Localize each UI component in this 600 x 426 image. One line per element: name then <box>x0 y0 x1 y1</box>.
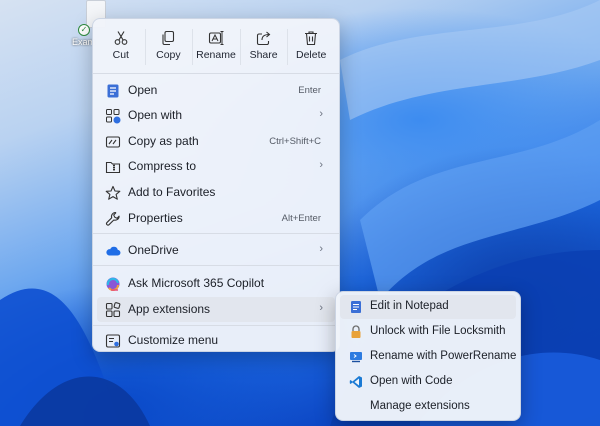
menu-item-label: Add to Favorites <box>128 185 216 199</box>
shortcut-text: Ctrl+Shift+C <box>269 136 321 147</box>
menu-item-label: Open <box>128 83 158 97</box>
delete-button[interactable]: Delete <box>287 25 335 69</box>
onedrive-cloud-icon <box>106 246 121 256</box>
customize-menu-icon <box>105 334 121 348</box>
menu-divider <box>93 233 339 234</box>
share-button[interactable]: Share <box>239 25 288 69</box>
menu-item-add-to-favorites[interactable]: Add to Favorites <box>97 180 335 205</box>
copilot-icon <box>106 277 120 291</box>
open-with-icon <box>106 109 121 124</box>
trash-icon <box>305 31 318 46</box>
scissors-icon <box>114 31 128 45</box>
submenu-item-manage-extensions[interactable]: Manage extensions <box>340 395 516 419</box>
shortcut-text: Enter <box>298 85 321 96</box>
context-toolbar: Cut Copy Rename Share Delete <box>97 25 335 69</box>
submenu-item-open-with-code[interactable]: Open with Code <box>340 370 516 394</box>
menu-item-label: Open with <box>128 108 183 122</box>
submenu-item-label: Edit in Notepad <box>370 300 449 312</box>
share-label: Share <box>249 49 278 61</box>
copy-icon <box>162 30 175 46</box>
cut-label: Cut <box>112 49 129 61</box>
submenu-item-label: Manage extensions <box>370 400 470 412</box>
copy-path-icon <box>105 136 121 148</box>
app-extensions-submenu: Edit in Notepad Unlock with File Locksmi… <box>335 291 521 421</box>
share-icon <box>256 31 270 46</box>
rename-button[interactable]: Rename <box>192 25 240 69</box>
chevron-right-icon: › <box>319 159 323 171</box>
rename-label: Rename <box>196 49 236 61</box>
submenu-item-file-locksmith[interactable]: Unlock with File Locksmith <box>340 320 516 344</box>
menu-item-label: App extensions <box>128 302 211 316</box>
menu-item-label: Customize menu <box>128 333 219 347</box>
menu-item-label: OneDrive <box>128 243 179 257</box>
submenu-item-label: Unlock with File Locksmith <box>370 325 506 337</box>
menu-item-label: Copy as path <box>128 134 199 148</box>
menu-item-customize-menu[interactable]: Customize menu <box>97 328 335 353</box>
shortcut-text: Alt+Enter <box>281 213 321 224</box>
menu-item-label: Properties <box>128 211 183 225</box>
powerrename-icon <box>350 352 362 363</box>
menu-item-onedrive[interactable]: OneDrive › <box>97 238 335 263</box>
submenu-item-label: Rename with PowerRename <box>370 350 517 362</box>
rename-icon <box>208 31 224 45</box>
submenu-item-label: Open with Code <box>370 375 453 387</box>
menu-item-ask-copilot[interactable]: Ask Microsoft 365 Copilot <box>97 271 335 296</box>
menu-item-label: Ask Microsoft 365 Copilot <box>128 276 265 290</box>
submenu-item-power-rename[interactable]: Rename with PowerRename <box>340 345 516 369</box>
delete-label: Delete <box>295 49 327 61</box>
menu-divider <box>93 73 339 74</box>
apps-grid-icon <box>105 302 121 318</box>
context-menu: Cut Copy Rename Share Delete Open Enter … <box>92 18 340 352</box>
copy-button[interactable]: Copy <box>144 25 193 69</box>
menu-item-app-extensions[interactable]: App extensions › <box>97 297 335 322</box>
vscode-icon <box>349 376 362 388</box>
menu-item-label: Compress to <box>128 159 197 173</box>
submenu-item-edit-in-notepad[interactable]: Edit in Notepad <box>340 295 516 319</box>
lock-icon <box>351 325 361 338</box>
menu-divider <box>93 325 339 326</box>
notepad-icon <box>351 301 361 313</box>
star-icon <box>105 185 121 200</box>
chevron-right-icon: › <box>319 243 323 255</box>
notepad-icon <box>107 84 119 98</box>
menu-item-open-with[interactable]: Open with › <box>97 103 335 128</box>
menu-item-properties[interactable]: Properties Alt+Enter <box>97 206 335 231</box>
chevron-right-icon: › <box>319 108 323 120</box>
menu-divider <box>93 265 339 266</box>
menu-item-compress-to[interactable]: Compress to › <box>97 154 335 179</box>
sync-check-icon: ✓ <box>78 24 90 36</box>
copy-label: Copy <box>156 49 181 61</box>
wrench-icon <box>105 211 120 226</box>
chevron-right-icon: › <box>319 302 323 314</box>
menu-item-copy-as-path[interactable]: Copy as path Ctrl+Shift+C <box>97 129 335 154</box>
cut-button[interactable]: Cut <box>97 25 145 69</box>
zip-folder-icon <box>105 161 121 174</box>
menu-item-open[interactable]: Open Enter <box>97 78 335 103</box>
